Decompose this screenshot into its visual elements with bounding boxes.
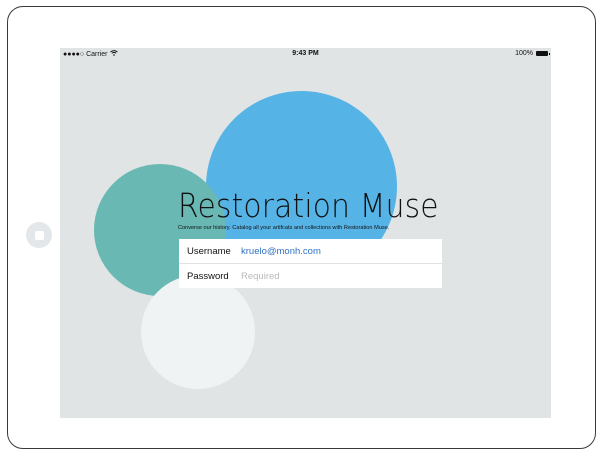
app-title: Restoration Muse	[178, 186, 439, 225]
username-row[interactable]: Username	[179, 239, 442, 263]
decorative-circle-white	[141, 275, 255, 389]
username-label: Username	[187, 245, 231, 257]
home-button[interactable]	[26, 222, 52, 248]
status-time: 9:43 PM	[292, 50, 319, 57]
username-input[interactable]	[241, 245, 431, 257]
battery-percent: 100%	[515, 50, 533, 57]
password-label: Password	[187, 270, 229, 282]
status-bar: ●●●●○ Carrier 9:43 PM 100%	[60, 48, 551, 60]
login-form: Username Password	[179, 239, 442, 288]
app-screen: ●●●●○ Carrier 9:43 PM 100% Restoration M…	[60, 48, 551, 418]
status-right: 100%	[515, 50, 550, 57]
password-row[interactable]: Password	[179, 264, 442, 288]
app-subtitle: Converse our history. Catalog all your a…	[178, 225, 390, 231]
password-input[interactable]	[241, 270, 431, 282]
home-button-icon	[34, 230, 44, 240]
battery-icon	[536, 51, 550, 56]
